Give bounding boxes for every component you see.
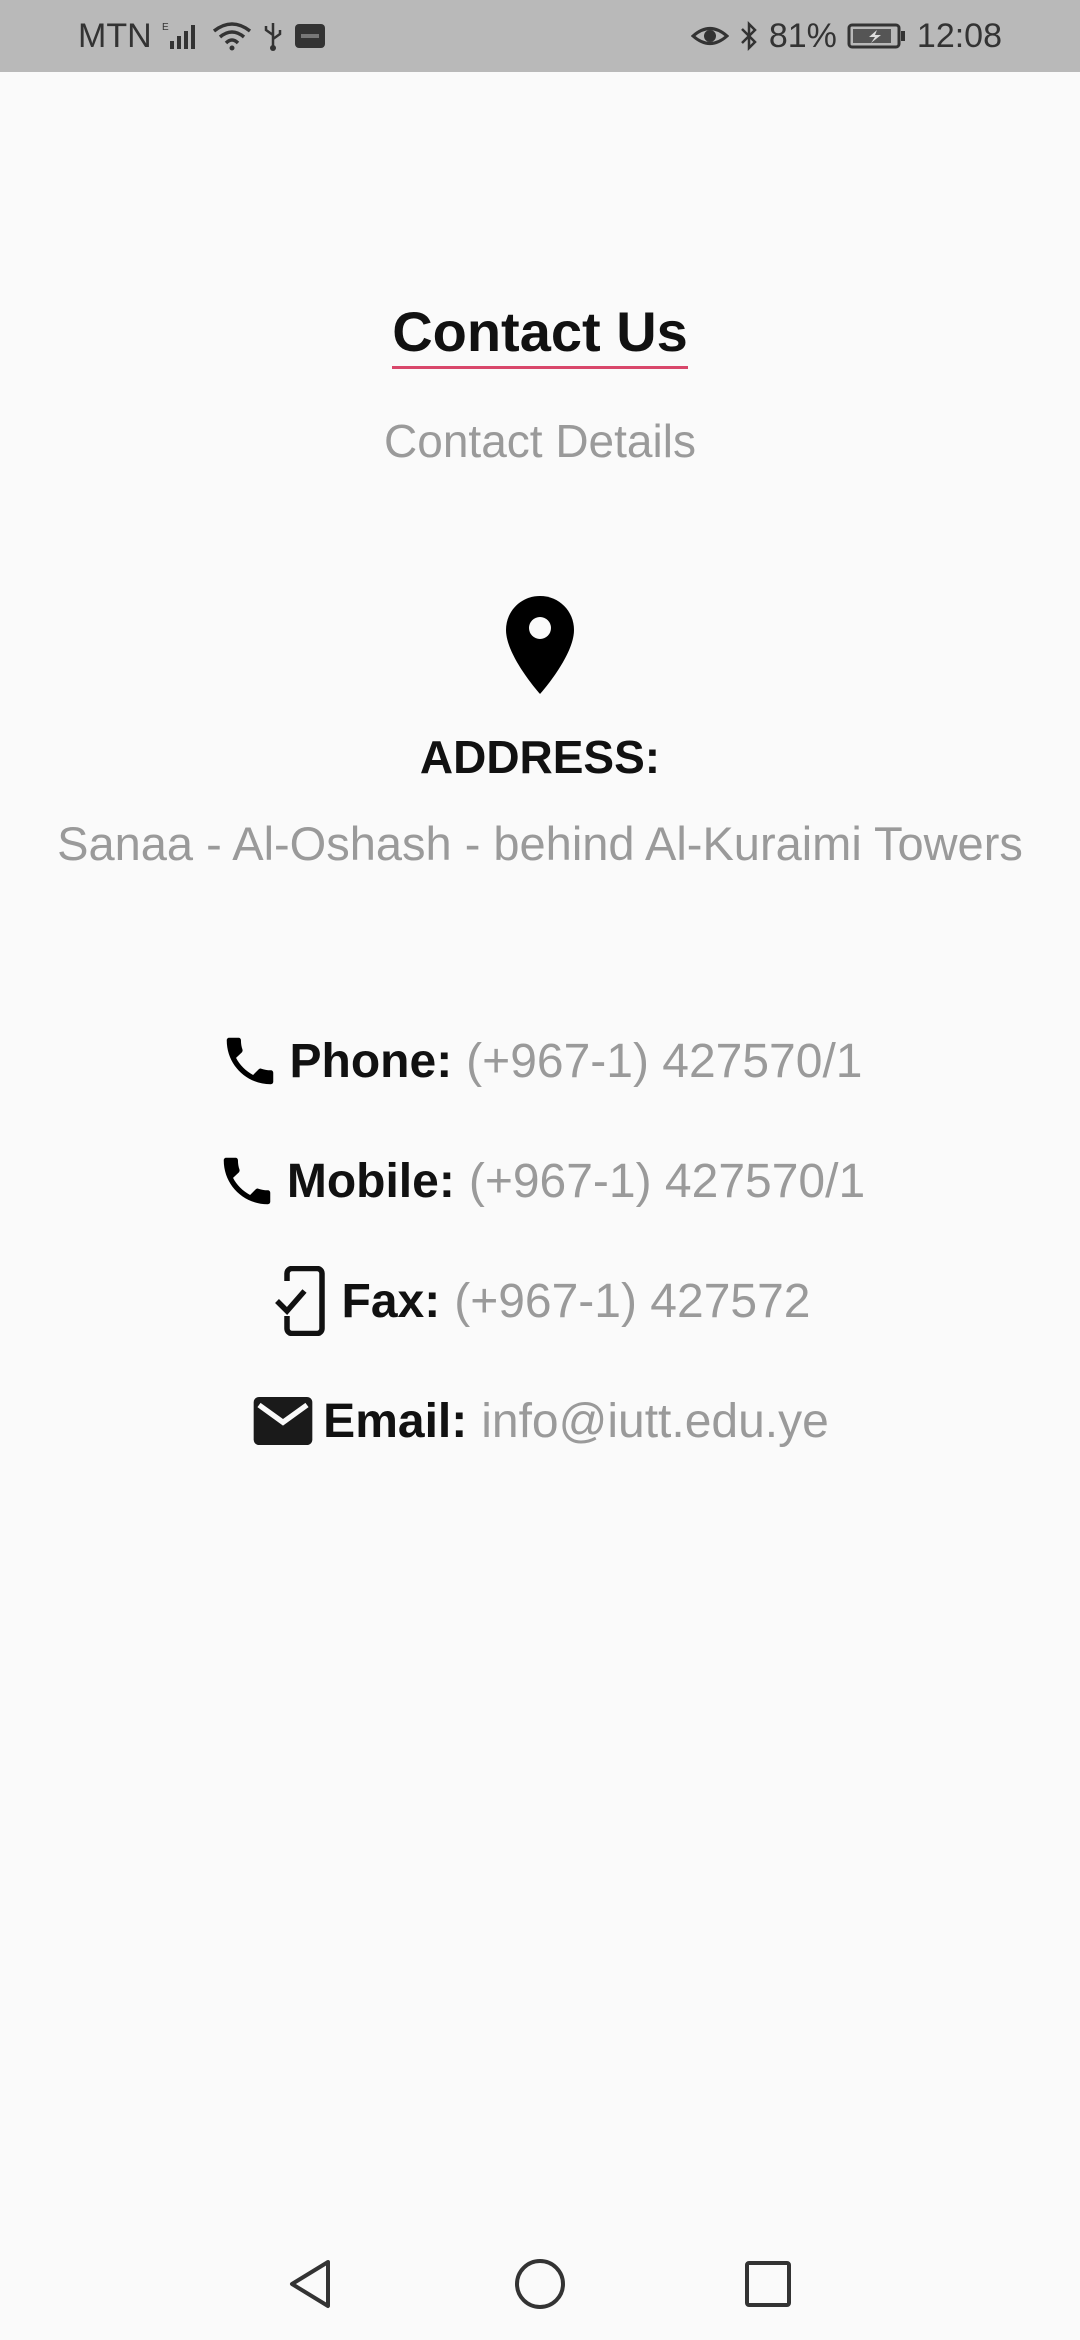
mobile-value[interactable]: (+967-1) 427570/1 bbox=[469, 1154, 865, 1209]
recents-square-icon bbox=[745, 2261, 791, 2307]
mobile-row[interactable]: Mobile: (+967-1) 427570/1 bbox=[0, 1146, 1080, 1216]
phone-value[interactable]: (+967-1) 427570/1 bbox=[466, 1034, 862, 1089]
signal-icon: E bbox=[162, 21, 202, 51]
home-button[interactable] bbox=[510, 2254, 570, 2314]
battery-charging-icon bbox=[847, 21, 907, 51]
phonelink-ring-icon bbox=[270, 1266, 334, 1336]
fax-value[interactable]: (+967-1) 427572 bbox=[454, 1274, 810, 1329]
location-pin-icon bbox=[504, 594, 576, 696]
address-value: Sanaa - Al-Oshash - behind Al-Kuraimi To… bbox=[57, 817, 1023, 870]
email-value[interactable]: info@iutt.edu.ye bbox=[481, 1394, 829, 1449]
phone-row[interactable]: Phone: (+967-1) 427570/1 bbox=[0, 1026, 1080, 1096]
eye-icon bbox=[690, 21, 729, 51]
fax-label: Fax: bbox=[341, 1274, 441, 1328]
status-bar: MTN E 81% 12:08 bbox=[0, 0, 1080, 72]
page-subtitle: Contact Details bbox=[384, 415, 696, 467]
email-icon bbox=[251, 1389, 315, 1453]
wifi-icon bbox=[212, 21, 252, 51]
title-wrapper: Contact Us bbox=[0, 300, 1080, 369]
clock: 12:08 bbox=[916, 16, 1002, 55]
back-button[interactable] bbox=[280, 2254, 340, 2314]
address-label: ADDRESS: bbox=[419, 731, 661, 783]
status-bar-left: MTN E bbox=[78, 17, 326, 56]
usb-icon bbox=[262, 21, 284, 51]
page-title: Contact Us bbox=[392, 300, 688, 369]
recents-button[interactable] bbox=[738, 2254, 798, 2314]
email-label: Email: bbox=[323, 1394, 468, 1448]
email-row[interactable]: Email: info@iutt.edu.ye bbox=[0, 1386, 1080, 1456]
phone-icon bbox=[215, 1149, 279, 1213]
hms-icon bbox=[294, 21, 326, 51]
phone-label: Phone: bbox=[289, 1034, 453, 1088]
carrier-name: MTN bbox=[78, 16, 152, 55]
back-triangle-icon bbox=[290, 2260, 330, 2308]
battery-percent: 81% bbox=[768, 16, 837, 55]
status-bar-right: 81% 12:08 bbox=[690, 16, 1002, 56]
home-circle-icon bbox=[515, 2259, 565, 2309]
phone-icon bbox=[218, 1029, 282, 1093]
svg-text:E: E bbox=[162, 22, 169, 33]
mobile-label: Mobile: bbox=[286, 1154, 455, 1208]
fax-row[interactable]: Fax: (+967-1) 427572 bbox=[0, 1266, 1080, 1336]
bluetooth-icon bbox=[739, 20, 759, 52]
